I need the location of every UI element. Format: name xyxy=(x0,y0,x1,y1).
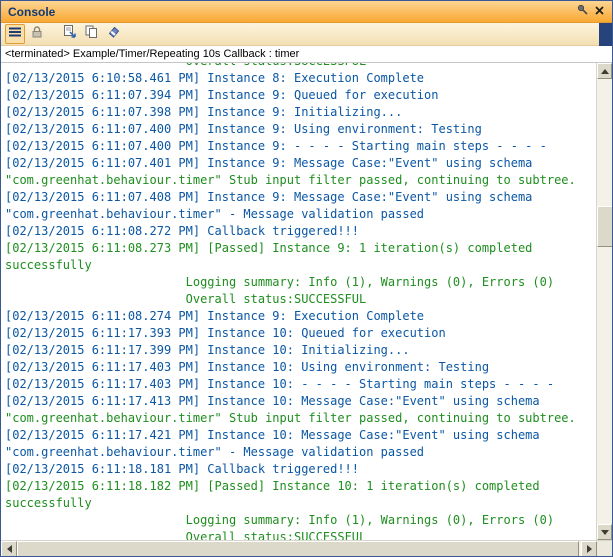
console-line: [02/13/2015 6:11:08.274 PM] Instance 9: … xyxy=(5,309,425,323)
vertical-scrollbar[interactable] xyxy=(596,63,612,540)
console-line: "com.greenhat.behaviour.timer" - Message… xyxy=(5,207,425,221)
console-line: [02/13/2015 6:11:07.400 PM] Instance 9: … xyxy=(5,139,547,153)
horizontal-scrollbar[interactable] xyxy=(1,540,612,556)
console-line: [02/13/2015 6:11:17.413 PM] Instance 10:… xyxy=(5,394,540,408)
panel-title: Console xyxy=(8,4,56,19)
console-log-text[interactable]: Overall status:SUCCESSFUL[02/13/2015 6:1… xyxy=(1,63,596,540)
scroll-right-button[interactable] xyxy=(581,541,597,556)
console-line: [02/13/2015 6:11:07.398 PM] Instance 9: … xyxy=(5,105,403,119)
horizontal-scroll-thumb[interactable] xyxy=(17,541,579,556)
console-line: [02/13/2015 6:11:17.403 PM] Instance 10:… xyxy=(5,360,490,374)
export-log-button[interactable] xyxy=(59,24,79,44)
console-line: "com.greenhat.behaviour.timer" Stub inpu… xyxy=(5,411,576,425)
clear-console-button[interactable] xyxy=(103,24,123,44)
hamburger-icon xyxy=(8,25,22,44)
launch-status-line: <terminated> Example/Timer/Repeating 10s… xyxy=(1,46,612,62)
console-line: [02/13/2015 6:11:18.181 PM] Callback tri… xyxy=(5,462,360,476)
console-line: [02/13/2015 6:11:17.403 PM] Instance 10:… xyxy=(5,377,555,391)
scroll-lock-button[interactable] xyxy=(27,24,47,44)
scroll-right-icon xyxy=(586,545,592,553)
scroll-up-icon xyxy=(600,68,609,74)
console-line: Overall status:SUCCESSFUL xyxy=(5,292,367,306)
console-line: [02/13/2015 6:11:07.401 PM] Instance 9: … xyxy=(5,156,533,170)
scroll-down-button[interactable] xyxy=(597,524,612,540)
console-line: [02/13/2015 6:11:08.273 PM] [Passed] Ins… xyxy=(5,241,533,255)
scroll-left-button[interactable] xyxy=(1,541,17,556)
horizontal-scroll-track[interactable] xyxy=(17,541,581,556)
console-line: Logging summary: Info (1), Warnings (0),… xyxy=(5,275,555,289)
console-line: "com.greenhat.behaviour.timer" - Message… xyxy=(5,445,425,459)
console-line: [02/13/2015 6:11:18.182 PM] [Passed] Ins… xyxy=(5,479,540,493)
panel-titlebar[interactable]: Console xyxy=(1,1,612,23)
console-line: [02/13/2015 6:11:17.421 PM] Instance 10:… xyxy=(5,428,540,442)
console-line: [02/13/2015 6:11:17.399 PM] Instance 10:… xyxy=(5,343,410,357)
export-icon xyxy=(62,24,77,44)
console-line: "com.greenhat.behaviour.timer" Stub inpu… xyxy=(5,173,576,187)
console-line: [02/13/2015 6:11:07.394 PM] Instance 9: … xyxy=(5,88,439,102)
console-line: [02/13/2015 6:11:07.408 PM] Instance 9: … xyxy=(5,190,533,204)
console-toolbar xyxy=(1,23,612,46)
console-line: Overall status:SUCCESSFUL xyxy=(5,63,596,70)
pin-button[interactable] xyxy=(574,3,591,20)
console-line: successfully xyxy=(5,496,92,510)
vertical-scroll-thumb[interactable] xyxy=(597,206,612,247)
scroll-down-icon xyxy=(600,529,609,535)
close-icon xyxy=(594,3,605,21)
lock-icon xyxy=(30,25,44,44)
console-line: Logging summary: Info (1), Warnings (0),… xyxy=(5,513,555,527)
copy-icon xyxy=(84,24,99,44)
eraser-icon xyxy=(106,24,121,44)
scroll-up-button[interactable] xyxy=(597,63,612,79)
console-line: [02/13/2015 6:10:58.461 PM] Instance 8: … xyxy=(5,71,425,85)
console-menu-button[interactable] xyxy=(5,24,25,44)
console-output-area[interactable]: Overall status:SUCCESSFUL[02/13/2015 6:1… xyxy=(1,62,612,540)
console-panel: Console <terminated> Example/Timer/Repea… xyxy=(0,0,613,557)
console-line: [02/13/2015 6:11:07.400 PM] Instance 9: … xyxy=(5,122,482,136)
console-line: Overall status:SUCCESSFUL xyxy=(5,530,367,540)
close-button[interactable] xyxy=(591,3,608,20)
panel-edge-handle xyxy=(599,23,612,46)
copy-button[interactable] xyxy=(81,24,101,44)
pin-icon xyxy=(576,3,589,21)
console-line: [02/13/2015 6:11:17.393 PM] Instance 10:… xyxy=(5,326,446,340)
scrollbar-corner xyxy=(597,541,612,556)
console-line: [02/13/2015 6:11:08.272 PM] Callback tri… xyxy=(5,224,360,238)
scroll-left-icon xyxy=(6,545,12,553)
vertical-scroll-track[interactable] xyxy=(597,79,612,524)
console-line: successfully xyxy=(5,258,92,272)
